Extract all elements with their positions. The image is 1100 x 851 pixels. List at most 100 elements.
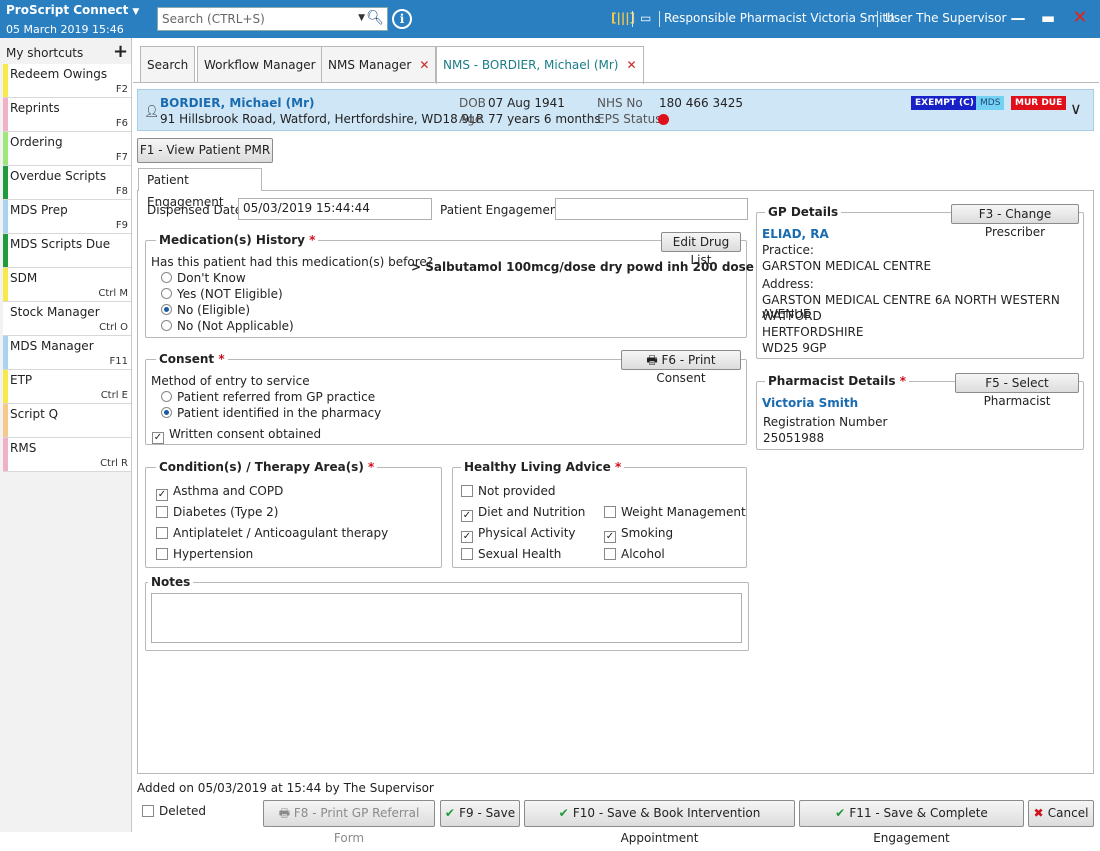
condition-checkbox[interactable]: Antiplatelet / Anticoagulant therapy	[156, 526, 388, 540]
radio-button[interactable]	[161, 407, 172, 418]
condition-checkbox[interactable]: Diabetes (Type 2)	[156, 505, 278, 519]
checkbox-box[interactable]	[156, 527, 168, 539]
shortcut-color-bar	[3, 166, 8, 199]
shortcut-item[interactable]: Overdue Scripts F8	[3, 166, 131, 200]
checkbox-box[interactable]: ✓	[152, 432, 164, 444]
global-search-input[interactable]: Search (CTRL+S) ▼ 🔍︎	[157, 7, 388, 31]
condition-checkbox[interactable]: ✓ Asthma and COPD	[156, 484, 283, 501]
healthy-living-checkbox[interactable]: ✓ Physical Activity	[461, 526, 576, 543]
gp-name[interactable]: ELIAD, RA	[762, 227, 829, 241]
patient-engagement-field[interactable]	[555, 198, 748, 220]
print-consent-button[interactable]: 🖶︎ F6 - Print Consent	[621, 350, 741, 385]
shortcut-item[interactable]: MDS Scripts Due	[3, 234, 131, 268]
dispensed-date-field[interactable]: 05/03/2019 15:44:44	[238, 198, 432, 220]
shortcut-item[interactable]: MDS Prep F9	[3, 200, 131, 234]
shortcut-item[interactable]: Reprints F6	[3, 98, 131, 132]
shortcut-item[interactable]: MDS Manager F11	[3, 336, 131, 370]
current-user[interactable]: User The Supervisor	[885, 11, 1006, 25]
tab-patient-engagement[interactable]: Patient Engagement	[138, 168, 262, 209]
tab-nms-patient[interactable]: NMS - BORDIER, Michael (Mr) ✕	[436, 46, 644, 84]
consent-method-option[interactable]: Patient identified in the pharmacy	[161, 406, 381, 420]
close-tab-icon[interactable]: ✕	[626, 58, 636, 72]
responsible-pharmacist[interactable]: Responsible Pharmacist Victoria Smith	[664, 11, 895, 25]
checkbox-box[interactable]: ✓	[461, 531, 473, 543]
medication-history-option[interactable]: No (Eligible)	[161, 303, 250, 317]
patient-name[interactable]: BORDIER, Michael (Mr)	[160, 96, 314, 110]
maximize-icon[interactable]: ▬	[1036, 9, 1060, 29]
shortcut-item[interactable]: RMS Ctrl R	[3, 438, 131, 472]
tab-label: Search	[147, 58, 189, 72]
shortcut-label: RMS	[10, 441, 37, 455]
search-icon[interactable]: 🔍︎	[366, 10, 384, 26]
checkbox-box[interactable]	[604, 548, 616, 560]
tab-search[interactable]: Search	[140, 46, 196, 82]
checkbox-box[interactable]	[156, 548, 168, 560]
healthy-living-checkbox[interactable]: Sexual Health	[461, 547, 561, 561]
view-patient-pmr-button[interactable]: F1 - View Patient PMR	[137, 138, 273, 163]
cancel-button[interactable]: ✖ Cancel	[1028, 800, 1094, 827]
checkbox-box[interactable]	[156, 506, 168, 518]
medication-history-option[interactable]: No (Not Applicable)	[161, 319, 294, 333]
checkbox-box[interactable]	[604, 506, 616, 518]
shortcut-item[interactable]: Redeem Owings F2	[3, 64, 131, 98]
checkbox-box[interactable]	[461, 548, 473, 560]
app-menu-button[interactable]: ProScript Connect ▼	[6, 3, 146, 21]
tab-workflow-manager[interactable]: Workflow Manager	[197, 46, 323, 82]
checkbox-box[interactable]: ✓	[604, 531, 616, 543]
info-icon[interactable]: i	[392, 9, 412, 29]
healthy-living-checkbox[interactable]: Alcohol	[604, 547, 665, 561]
print-gp-referral-button[interactable]: 🖶︎ F8 - Print GP Referral Form	[263, 800, 435, 845]
written-consent-checkbox[interactable]: ✓ Written consent obtained	[152, 427, 321, 444]
healthy-living-checkbox[interactable]: Weight Management	[604, 505, 746, 519]
checkbox-box[interactable]: ✓	[461, 510, 473, 522]
printer-icon: 🖶︎	[278, 806, 294, 820]
consent-method-option[interactable]: Patient referred from GP practice	[161, 390, 375, 404]
healthy-living-checkbox[interactable]: ✓ Smoking	[604, 526, 673, 543]
smartcard-icon[interactable]: ▭	[640, 11, 651, 25]
shortcut-item[interactable]: Script Q	[3, 404, 131, 438]
medication-history-option[interactable]: Yes (NOT Eligible)	[161, 287, 283, 301]
notes-textarea[interactable]	[151, 593, 742, 643]
close-icon[interactable]: ✕	[1068, 7, 1092, 28]
radio-button[interactable]	[161, 391, 172, 402]
radio-button[interactable]	[161, 272, 172, 283]
checkbox-label: Diet and Nutrition	[478, 505, 586, 519]
expand-chevron-icon[interactable]: ∨	[1070, 99, 1082, 118]
select-pharmacist-button[interactable]: F5 - Select Pharmacist	[955, 373, 1079, 408]
radio-button[interactable]	[161, 304, 172, 315]
medication-history-option[interactable]: Don't Know	[161, 271, 246, 285]
shortcut-item[interactable]: Ordering F7	[3, 132, 131, 166]
shortcut-key: F7	[115, 152, 128, 163]
add-shortcut-icon[interactable]: +	[113, 41, 128, 62]
condition-checkbox[interactable]: Hypertension	[156, 547, 253, 561]
checkbox-box[interactable]	[142, 805, 154, 817]
drug-name: > Salbutamol 100mcg/dose dry powd inh 20…	[411, 260, 754, 274]
shortcut-item[interactable]: Stock Manager Ctrl O	[3, 302, 131, 336]
shortcut-label: Stock Manager	[10, 305, 100, 319]
tab-nms-manager[interactable]: NMS Manager ✕	[321, 46, 437, 82]
change-prescriber-button[interactable]: F3 - Change Prescriber	[951, 204, 1079, 239]
radio-button[interactable]	[161, 320, 172, 331]
shortcut-color-bar	[3, 302, 8, 335]
dob-label: DOB	[459, 96, 486, 110]
radio-button[interactable]	[161, 288, 172, 299]
button-label: Cancel	[1047, 806, 1089, 820]
deleted-checkbox[interactable]: Deleted	[142, 804, 206, 818]
checkbox-box[interactable]: ✓	[156, 489, 168, 501]
save-button[interactable]: ✔ F9 - Save	[440, 800, 520, 827]
chevron-down-icon[interactable]: ▼	[358, 13, 365, 23]
minimize-icon[interactable]: —	[1006, 9, 1030, 29]
pharmacist-name[interactable]: Victoria Smith	[762, 396, 858, 410]
shortcut-item[interactable]: ETP Ctrl E	[3, 370, 131, 404]
checkbox-box[interactable]	[461, 485, 473, 497]
save-book-appointment-button[interactable]: ✔ F10 - Save & Book Intervention Appoint…	[524, 800, 795, 845]
edit-drug-list-button[interactable]: Edit Drug List	[661, 232, 741, 267]
age-label: Age	[459, 112, 483, 126]
chevron-down-icon: ▼	[132, 7, 140, 17]
shortcut-item[interactable]: SDM Ctrl M	[3, 268, 131, 302]
healthy-living-checkbox[interactable]: Not provided	[461, 484, 556, 498]
close-tab-icon[interactable]: ✕	[419, 58, 429, 72]
healthy-living-checkbox[interactable]: ✓ Diet and Nutrition	[461, 505, 585, 522]
save-complete-button[interactable]: ✔ F11 - Save & Complete Engagement	[799, 800, 1024, 845]
eps-status-indicator	[658, 114, 669, 125]
